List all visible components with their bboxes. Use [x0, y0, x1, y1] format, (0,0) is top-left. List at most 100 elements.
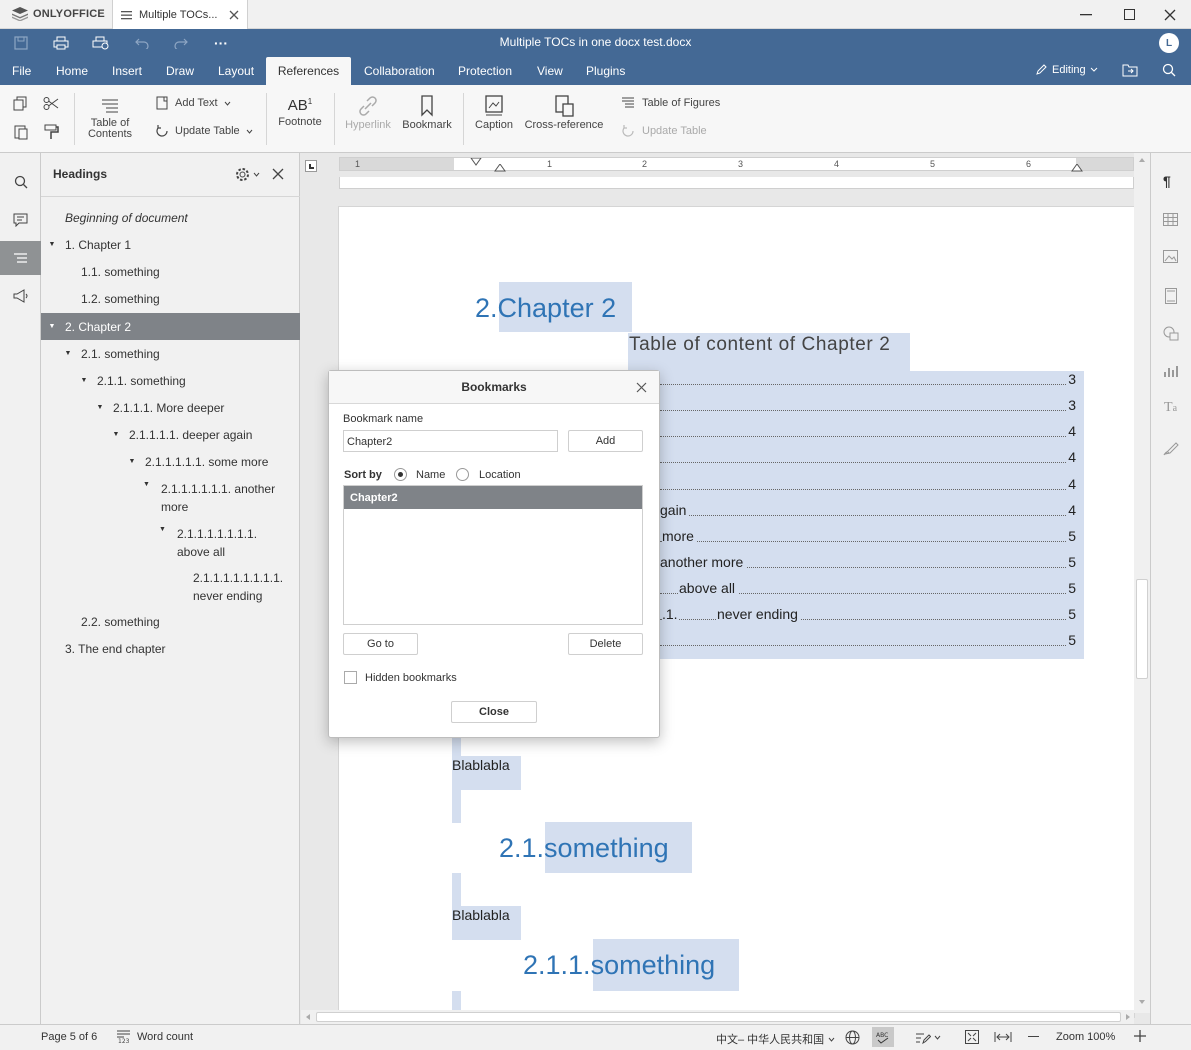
hyperlink-button[interactable]: Hyperlink: [340, 93, 396, 145]
zoom-level[interactable]: Zoom 100%: [1056, 1031, 1115, 1043]
heading-chapter-2[interactable]: 2.Chapter 2: [475, 293, 616, 324]
nav-item-2-1-1-1-1[interactable]: ▼ 2.1.1.1.1. deeper again: [41, 421, 300, 448]
expand-arrow-icon[interactable]: ▼: [143, 481, 150, 488]
nav-item-2-2[interactable]: 2.2. something: [41, 608, 300, 635]
footnote-button[interactable]: AB1 Footnote: [273, 93, 327, 145]
chart-settings-button[interactable]: [1163, 364, 1178, 378]
image-settings-button[interactable]: [1163, 250, 1178, 264]
tab-protection[interactable]: Protection: [458, 57, 512, 85]
horizontal-scroll-thumb[interactable]: [316, 1012, 1121, 1022]
language-selector[interactable]: 中文– 中华人民共和国: [716, 1031, 835, 1047]
close-dialog-button[interactable]: Close: [451, 701, 537, 723]
expand-arrow-icon[interactable]: ▼: [78, 377, 90, 384]
nav-item-1-1[interactable]: 1.1. something: [41, 258, 300, 285]
table-of-contents-button[interactable]: Table of Contents: [82, 93, 138, 145]
add-text-button[interactable]: Add Text: [155, 96, 231, 110]
bookmark-name-input[interactable]: Chapter2: [343, 430, 558, 452]
toc-entry[interactable]: 4: [660, 423, 1076, 443]
toc-entry[interactable]: more 5: [660, 528, 1076, 548]
signature-settings-button[interactable]: [1163, 440, 1179, 456]
tab-layout[interactable]: Layout: [218, 57, 254, 85]
sort-name-label[interactable]: Name: [416, 469, 445, 481]
nav-item-chapter-1[interactable]: ▼ 1. Chapter 1: [41, 231, 300, 258]
open-file-location-button[interactable]: [1122, 63, 1138, 77]
page-indicator[interactable]: Page 5 of 6: [41, 1031, 97, 1043]
expand-arrow-icon[interactable]: ▼: [110, 431, 122, 438]
document-language-button[interactable]: [845, 1030, 860, 1045]
header-footer-settings-button[interactable]: [1165, 288, 1177, 304]
close-navigation-button[interactable]: [272, 168, 284, 180]
expand-arrow-icon[interactable]: ▼: [159, 526, 166, 533]
nav-item-1-2[interactable]: 1.2. something: [41, 285, 300, 312]
tab-plugins[interactable]: Plugins: [586, 57, 625, 85]
sort-name-radio[interactable]: [394, 468, 407, 481]
caption-button[interactable]: Caption: [467, 93, 521, 145]
delete-bookmark-button[interactable]: Delete: [568, 633, 643, 655]
zoom-in-button[interactable]: [1134, 1030, 1146, 1042]
minimize-button[interactable]: [1065, 0, 1107, 29]
horizontal-scrollbar[interactable]: [301, 1010, 1134, 1024]
tab-draw[interactable]: Draw: [166, 57, 194, 85]
toc-entry[interactable]: 4: [660, 476, 1076, 496]
nav-item-2-1-1-1-1-1-1[interactable]: 2.1.1.1.1.1.1. another more: [161, 480, 275, 516]
tab-references[interactable]: References: [266, 57, 351, 85]
nav-item-2-1-1-1-1-1[interactable]: ▼ 2.1.1.1.1.1. some more: [41, 448, 300, 475]
nav-item-chapter-3[interactable]: 3. The end chapter: [41, 635, 300, 662]
toc-entry[interactable]: above all 5: [660, 580, 1076, 600]
expand-arrow-icon[interactable]: ▼: [46, 323, 58, 330]
horizontal-ruler[interactable]: 1 1 2 3 4 5 6: [339, 157, 1134, 172]
nav-item-2-1-1-1-1-1-1-1[interactable]: 2.1.1.1.1.1.1.1. above all: [177, 525, 257, 561]
toc-entry[interactable]: .1. never ending 5: [660, 606, 1076, 626]
editing-mode-dropdown[interactable]: Editing: [1035, 63, 1098, 76]
tab-insert[interactable]: Insert: [112, 57, 142, 85]
update-table-figures-button[interactable]: Update Table: [621, 124, 707, 138]
nav-item-beginning[interactable]: Beginning of document: [41, 204, 300, 231]
toc-entry[interactable]: another more 5: [660, 554, 1076, 574]
update-table-button[interactable]: Update Table: [155, 124, 253, 138]
feedback-panel-button[interactable]: [0, 279, 41, 313]
search-button[interactable]: [1162, 63, 1176, 77]
hidden-bookmarks-label[interactable]: Hidden bookmarks: [365, 672, 457, 684]
app-logo[interactable]: ONLYOFFICE: [12, 7, 105, 21]
heading-2-1[interactable]: 2.1.something: [499, 833, 669, 864]
word-count-button[interactable]: 123 Word count: [116, 1029, 193, 1044]
toc-entry[interactable]: gain 4: [660, 502, 1076, 522]
bookmark-button[interactable]: Bookmark: [399, 93, 455, 145]
tab-file[interactable]: File: [12, 57, 31, 85]
table-of-figures-button[interactable]: Table of Figures: [621, 96, 720, 110]
cut-button[interactable]: [43, 96, 59, 112]
bookmark-list[interactable]: Chapter2: [343, 485, 643, 625]
zoom-out-icon[interactable]: [1028, 1036, 1039, 1038]
tab-view[interactable]: View: [537, 57, 563, 85]
toc-title[interactable]: Table of content of Chapter 2: [629, 334, 890, 356]
maximize-button[interactable]: [1108, 0, 1150, 29]
tab-home[interactable]: Home: [56, 57, 88, 85]
fit-page-button[interactable]: [965, 1030, 979, 1044]
shape-settings-button[interactable]: [1163, 326, 1179, 341]
nav-item-2-1-1-1[interactable]: ▼ 2.1.1.1. More deeper: [41, 394, 300, 421]
text-art-settings-icon[interactable]: Ta: [1164, 400, 1177, 416]
user-avatar[interactable]: L: [1159, 33, 1179, 53]
nav-item-2-1[interactable]: ▼ 2.1. something: [41, 340, 300, 367]
toc-entry[interactable]: 4: [660, 449, 1076, 469]
comments-panel-button[interactable]: [0, 203, 41, 237]
spell-check-button[interactable]: ABC: [872, 1027, 894, 1047]
hidden-bookmarks-checkbox[interactable]: [344, 671, 357, 684]
navigation-settings-button[interactable]: [235, 167, 260, 182]
add-bookmark-button[interactable]: Add: [568, 430, 643, 452]
close-icon[interactable]: [636, 382, 647, 393]
cross-reference-button[interactable]: Cross-reference: [523, 93, 605, 145]
nav-item-2-1-1[interactable]: ▼ 2.1.1. something: [41, 367, 300, 394]
bookmark-list-item[interactable]: Chapter2: [344, 486, 642, 509]
body-text[interactable]: Blablabla: [452, 757, 510, 773]
table-settings-button[interactable]: [1163, 213, 1178, 227]
document-tab[interactable]: Multiple TOCs...: [112, 0, 248, 29]
copy-button[interactable]: [13, 96, 29, 112]
search-panel-button[interactable]: [0, 165, 41, 199]
navigation-panel-button[interactable]: [0, 241, 41, 275]
toc-entry[interactable]: 3: [660, 371, 1076, 391]
heading-2-1-1[interactable]: 2.1.1.something: [523, 950, 715, 981]
expand-arrow-icon[interactable]: ▼: [126, 458, 138, 465]
close-window-button[interactable]: [1149, 0, 1191, 29]
toc-entry[interactable]: 3: [660, 397, 1076, 417]
